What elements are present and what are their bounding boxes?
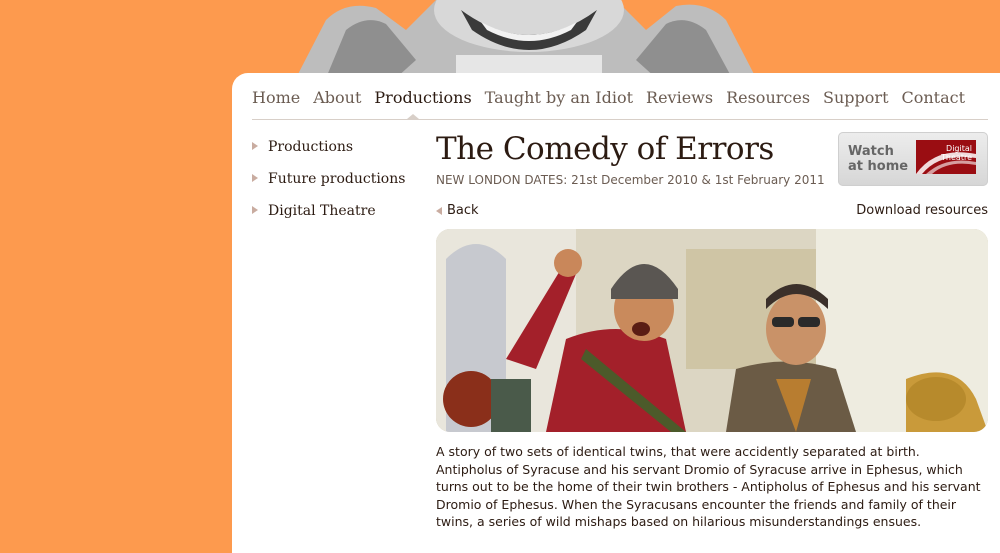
watch-at-home-label: Watch at home [848,144,908,174]
nav-support[interactable]: Support [823,88,888,107]
nav-about[interactable]: About [313,88,361,107]
download-resources-link[interactable]: Download resources [856,203,988,218]
production-photo [436,229,988,432]
content-panel: Home About Productions Taught by an Idio… [232,73,1000,553]
nav-reviews[interactable]: Reviews [646,88,713,107]
triangle-right-icon [252,206,258,214]
production-description: A story of two sets of identical twins, … [436,444,981,529]
nav-resources[interactable]: Resources [726,88,810,107]
watch-label-line1: Watch [848,144,894,159]
nav-contact[interactable]: Contact [902,88,966,107]
main-content: The Comedy of Errors NEW LONDON DATES: 2… [436,129,988,543]
logo-text-line1: Digital [946,144,972,153]
header-photo [286,0,772,78]
sidebar-item-digital-theatre[interactable]: Digital Theatre [252,203,405,235]
action-row: Back Download resources [436,203,988,223]
sidebar: Productions Future productions Digital T… [252,139,405,235]
back-label: Back [447,203,479,218]
logo-text-line2: Theatre [941,153,972,162]
back-link[interactable]: Back [436,203,479,218]
sidebar-item-label: Future productions [268,171,406,187]
active-nav-pointer-icon [407,114,419,119]
digital-theatre-logo: Digital Theatre [916,140,976,174]
sidebar-item-label: Productions [268,139,354,155]
sidebar-item-productions[interactable]: Productions [252,139,405,171]
nav-productions[interactable]: Productions [374,88,471,107]
sidebar-item-label: Digital Theatre [268,203,376,219]
nav-divider [252,119,988,120]
sidebar-item-future-productions[interactable]: Future productions [252,171,405,203]
nav-home[interactable]: Home [252,88,300,107]
top-nav: Home About Productions Taught by an Idio… [252,88,1000,110]
watch-label-line2: at home [848,159,909,174]
nav-taught-by-an-idiot[interactable]: Taught by an Idiot [485,88,633,107]
triangle-right-icon [252,142,258,150]
arrow-left-icon [436,206,442,215]
watch-at-home-button[interactable]: Watch at home Digital Theatre [838,132,988,186]
triangle-right-icon [252,174,258,182]
